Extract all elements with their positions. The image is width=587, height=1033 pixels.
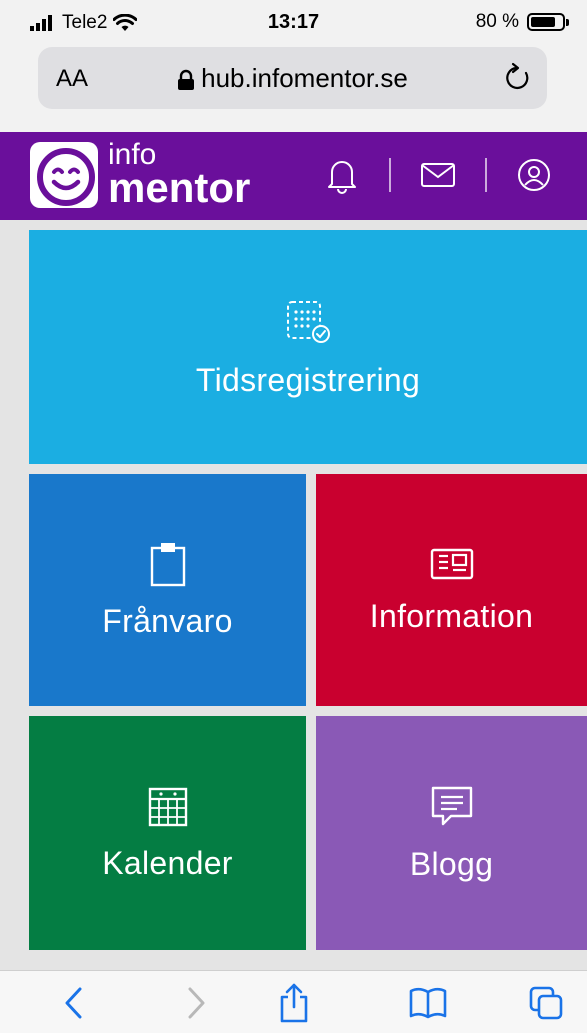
bell-icon xyxy=(328,161,356,194)
battery-icon xyxy=(527,13,569,31)
address-bar[interactable]: AA hub.infomentor.se xyxy=(38,47,547,109)
tile-kalender[interactable]: Kalender xyxy=(29,716,306,950)
tile-franvaro[interactable]: Frånvaro xyxy=(29,474,306,706)
status-bar: Tele2 13:17 80 % xyxy=(0,0,587,44)
lock-icon xyxy=(178,70,195,91)
brand-bottom: mentor xyxy=(108,164,251,211)
tile-tidsregistrering[interactable]: Tidsregistrering xyxy=(29,230,587,464)
infomentor-logo[interactable] xyxy=(30,142,98,208)
header-divider xyxy=(389,158,391,192)
user-icon xyxy=(518,159,550,191)
tile-information[interactable]: Information xyxy=(316,474,587,706)
tile-label: Frånvaro xyxy=(102,602,233,639)
profile-button[interactable] xyxy=(511,152,557,198)
browser-toolbar xyxy=(0,970,587,1033)
bookmarks-button[interactable] xyxy=(408,985,448,1021)
tile-label: Blogg xyxy=(409,845,494,882)
tile-blogg[interactable]: Blogg xyxy=(316,716,587,950)
calendar-check-icon xyxy=(287,300,330,343)
bookmarks-icon xyxy=(409,987,447,1019)
tabs-icon xyxy=(529,986,563,1020)
chat-bubble-icon xyxy=(431,786,472,825)
smiley-logo-icon xyxy=(37,148,95,206)
reload-button[interactable] xyxy=(503,61,533,98)
tabs-button[interactable] xyxy=(526,985,566,1021)
app-header: info mentor xyxy=(0,132,587,220)
messages-button[interactable] xyxy=(415,152,461,198)
forward-icon xyxy=(188,987,205,1019)
mail-icon xyxy=(421,163,455,187)
newspaper-icon xyxy=(430,548,473,579)
calendar-icon xyxy=(148,787,187,826)
forward-button[interactable] xyxy=(176,985,216,1021)
header-actions xyxy=(319,152,557,198)
tile-label: Kalender xyxy=(102,844,233,881)
status-right: 80 % xyxy=(475,11,569,33)
url-field[interactable]: hub.infomentor.se xyxy=(38,63,547,94)
battery-percent: 80 % xyxy=(475,11,519,32)
share-button[interactable] xyxy=(274,983,314,1023)
header-divider xyxy=(485,158,487,192)
tile-label: Information xyxy=(369,597,534,634)
tile-grid: Tidsregistrering Frånvaro Information Ka… xyxy=(0,220,587,970)
reload-icon xyxy=(506,62,529,90)
tile-label: Tidsregistrering xyxy=(195,361,421,398)
url-text: hub.infomentor.se xyxy=(201,63,408,93)
back-icon xyxy=(65,987,82,1019)
notifications-button[interactable] xyxy=(319,152,365,198)
clipboard-icon xyxy=(150,542,185,586)
back-button[interactable] xyxy=(54,985,94,1021)
share-icon xyxy=(280,983,308,1023)
brand-wordmark: info mentor xyxy=(108,140,251,211)
